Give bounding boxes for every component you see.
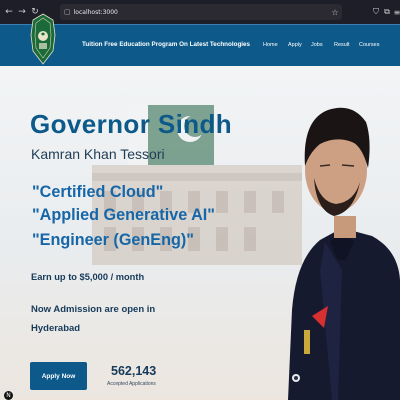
governor-portrait <box>288 107 400 400</box>
extension-icon[interactable]: ⧉ <box>382 0 392 24</box>
page-icon: ▢ <box>64 8 71 16</box>
shield-icon[interactable]: ⛉ <box>371 0 381 24</box>
nav-result[interactable]: Result <box>334 42 350 48</box>
earn-text: Earn up to $5,000 / month <box>31 272 145 282</box>
governor-house-logo[interactable] <box>30 13 56 65</box>
admission-text: Now Admission are open in <box>31 304 156 315</box>
hero-title: Governor Sindh <box>30 109 233 139</box>
nav-courses[interactable]: Courses <box>359 42 379 48</box>
bookmark-star-icon[interactable]: ☆ <box>330 0 340 24</box>
nav-home[interactable]: Home <box>263 42 278 48</box>
course-title: "Engineer (GenEng)" <box>32 231 194 249</box>
nav-apply[interactable]: Apply <box>288 42 302 48</box>
forward-icon[interactable]: → <box>17 0 27 24</box>
site-title: Tuition Free Education Program On Latest… <box>82 41 251 48</box>
back-icon[interactable]: ← <box>4 0 14 24</box>
n-letter-icon[interactable]: N <box>4 391 13 400</box>
hero-name: Kamran Khan Tessori <box>31 146 165 162</box>
url-text[interactable]: localhost:3000 <box>74 9 118 16</box>
course-title: "Applied Generative AI" <box>32 206 215 224</box>
accepted-applications-label: Accepted Applications <box>107 381 156 387</box>
apply-now-button[interactable]: Apply Now <box>30 362 87 390</box>
nav-jobs[interactable]: Jobs <box>311 42 323 48</box>
admission-city: Hyderabad <box>31 323 81 334</box>
browser-toolbar: ← → ↻ ▢ localhost:3000 ☆ ⛉ ⧉ ≡ <box>0 0 400 24</box>
course-title: "Certified Cloud" <box>32 183 164 201</box>
menu-icon[interactable]: ≡ <box>392 0 400 24</box>
address-bar[interactable]: ▢ localhost:3000 <box>60 4 342 20</box>
accepted-applications-count: 562,143 <box>111 364 157 378</box>
